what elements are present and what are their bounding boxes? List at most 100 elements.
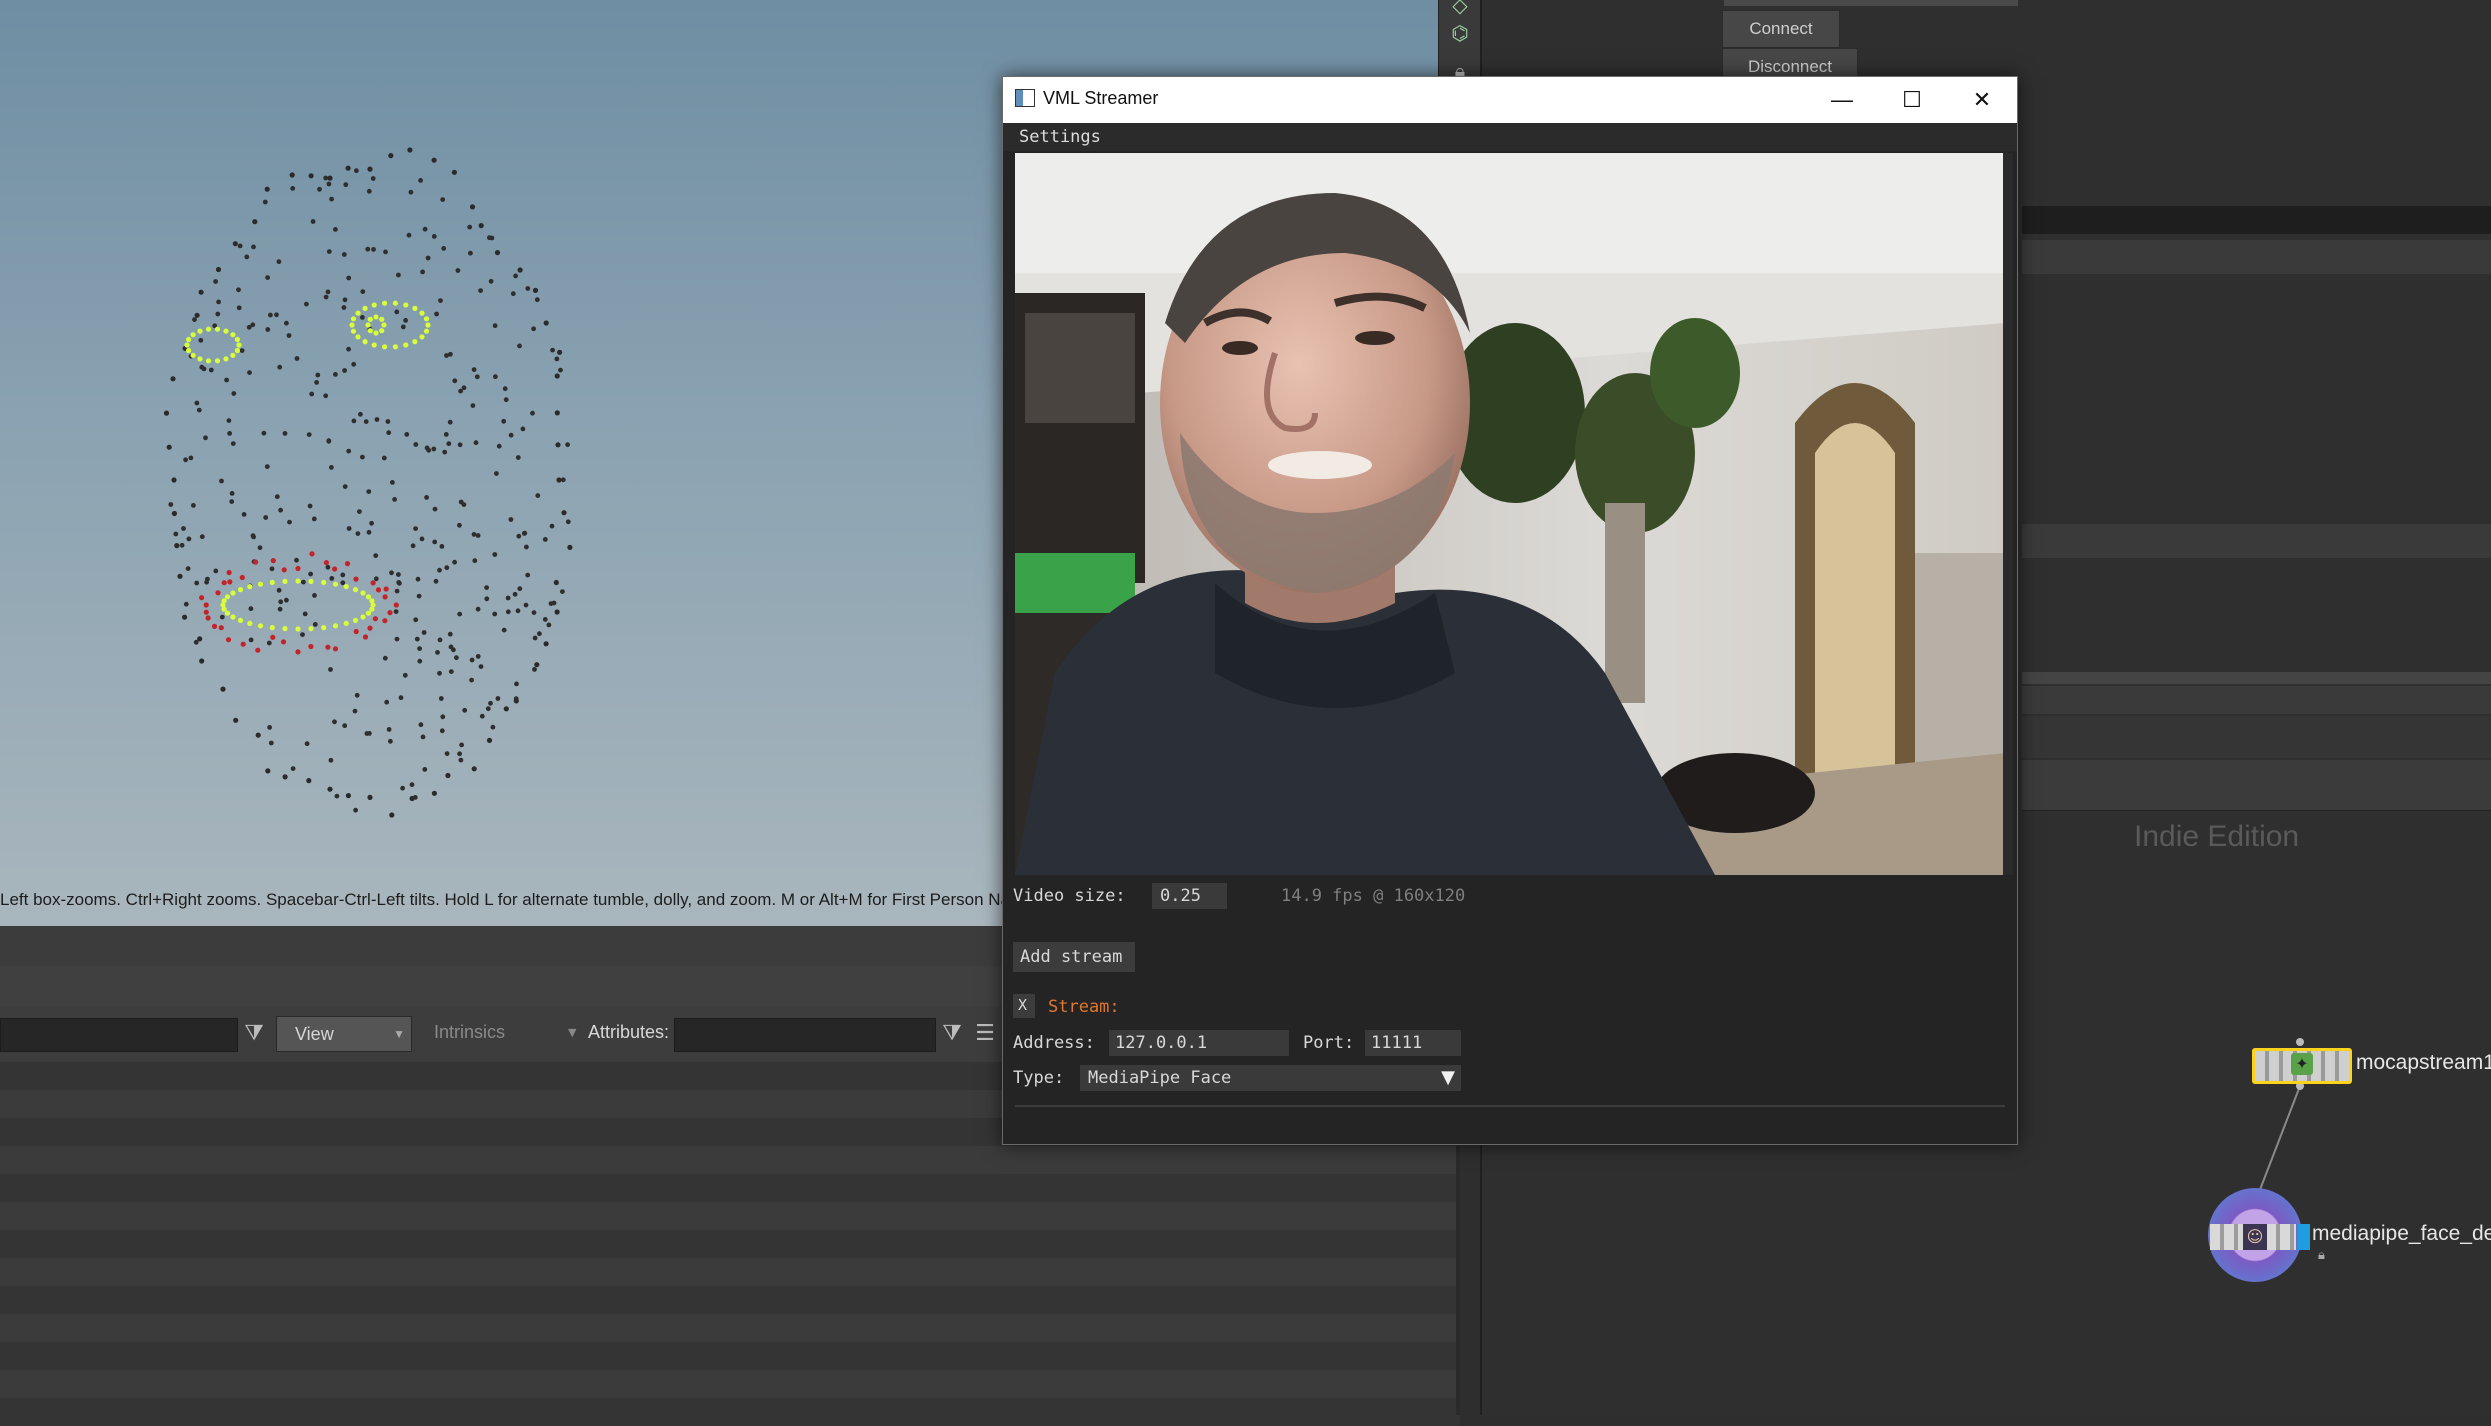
landmark-point (441, 246, 447, 251)
landmark-point (194, 580, 200, 586)
landmark-point (341, 252, 347, 257)
landmark-point (396, 272, 401, 278)
landmark-point (517, 586, 523, 592)
landmark-point (369, 520, 374, 526)
landmark-point (308, 626, 314, 632)
attributes-label: Attributes: (588, 1022, 670, 1042)
menu-bar: Settings (1003, 123, 2017, 151)
landmark-point (326, 249, 332, 255)
landmark-point (565, 442, 570, 448)
landmark-point (550, 347, 555, 353)
landmark-point (308, 571, 313, 577)
landmark-point (171, 477, 177, 483)
landmark-point (385, 419, 391, 424)
type-dropdown[interactable]: MediaPipe Face ▼ (1080, 1065, 1461, 1091)
landmark-point (553, 579, 559, 586)
camera-icon[interactable]: ◇ (1447, 0, 1473, 18)
landmark-point (295, 649, 301, 655)
triangle-down-icon: ▼ (1441, 1067, 1455, 1088)
landmark-point (372, 616, 378, 622)
landmark-point (362, 634, 369, 640)
landmark-point (236, 287, 241, 293)
landmark-point (452, 378, 458, 384)
maximize-icon[interactable]: ☐ (1877, 77, 1947, 123)
landmark-point (439, 728, 445, 734)
landmark-point (448, 669, 454, 674)
landmark-point (230, 352, 236, 358)
close-icon[interactable]: ✕ (1947, 77, 2017, 123)
landmark-point (382, 618, 388, 624)
landmark-point (437, 670, 442, 676)
triangle-down-icon[interactable]: ▼ (568, 1026, 576, 1039)
landmark-point (367, 328, 373, 334)
landmark-point (448, 351, 453, 357)
landmark-point (520, 426, 526, 432)
landmark-point (328, 667, 333, 672)
address-input[interactable]: 127.0.0.1 (1109, 1030, 1289, 1056)
landmark-point (321, 579, 327, 586)
landmark-point (389, 812, 395, 818)
landmark-point (306, 778, 312, 784)
add-stream-button[interactable]: Add stream (1013, 942, 1135, 972)
landmark-point (543, 641, 549, 647)
landmark-point (408, 189, 414, 195)
window-title: VML Streamer (1043, 88, 1159, 108)
landmark-point (431, 446, 437, 452)
attributes-field[interactable] (674, 1018, 936, 1052)
view-dropdown[interactable]: View ▼ (276, 1016, 412, 1052)
window-titlebar[interactable]: VML Streamer — ☐ ✕ (1003, 77, 2017, 123)
landmark-point (295, 626, 301, 632)
landmark-point (458, 388, 463, 394)
landmark-point (412, 795, 418, 800)
landmark-point (420, 269, 425, 275)
window-scrollbar[interactable] (2003, 153, 2013, 875)
landmark-point (343, 620, 349, 627)
menu-settings[interactable]: Settings (1019, 127, 1101, 147)
display-flag[interactable] (2298, 1224, 2310, 1250)
landmark-point (353, 807, 358, 813)
node-label[interactable]: mocapstream1 (2356, 1051, 2491, 1075)
landmark-point (266, 640, 272, 646)
landmark-point (229, 491, 235, 496)
display-options-icon[interactable]: ⌬ (1447, 20, 1473, 46)
columns-menu-icon[interactable]: ☰ (972, 1018, 998, 1050)
minimize-icon[interactable]: — (1807, 77, 1877, 123)
filter-icon[interactable]: ⧩ (938, 1018, 966, 1050)
port-input[interactable]: 11111 (1365, 1030, 1461, 1056)
landmark-point (257, 545, 263, 551)
landmark-point (381, 455, 387, 461)
intrinsics-label[interactable]: Intrinsics (434, 1022, 505, 1043)
landmark-point (458, 757, 464, 763)
video-size-input[interactable]: 0.25 (1152, 883, 1227, 909)
landmark-point (342, 297, 348, 303)
mocapstream-node[interactable]: ✦ (2252, 1048, 2352, 1084)
table-row (0, 1230, 1460, 1258)
landmark-point (382, 655, 388, 661)
node-path-field[interactable] (0, 1018, 238, 1052)
landmark-point (531, 326, 536, 332)
landmark-point (211, 623, 218, 630)
landmark-point (534, 662, 540, 668)
landmark-point (294, 557, 299, 563)
landmark-point (393, 609, 399, 614)
landmark-point (257, 581, 264, 587)
landmark-point (503, 706, 509, 712)
mediapipe-face-node[interactable]: ☺ (2208, 1188, 2310, 1282)
landmark-point (532, 667, 537, 672)
landmark-point (304, 301, 309, 307)
node-label[interactable]: mediapipe_face_dec (2312, 1222, 2491, 1246)
landmark-point (471, 367, 477, 372)
remove-stream-button[interactable]: X (1013, 994, 1035, 1018)
landmark-point (383, 249, 388, 255)
landmark-point (230, 614, 236, 620)
filter-icon[interactable]: ⧩ (240, 1018, 268, 1050)
port-value: 11111 (1371, 1033, 1423, 1053)
landmark-point (282, 774, 288, 780)
landmark-point (236, 305, 242, 311)
landmark-point (435, 650, 440, 655)
landmark-point (349, 322, 355, 328)
landmark-point (255, 647, 261, 653)
landmark-point (373, 314, 379, 320)
landmark-point (341, 305, 347, 310)
type-label: Type: (1013, 1068, 1065, 1088)
